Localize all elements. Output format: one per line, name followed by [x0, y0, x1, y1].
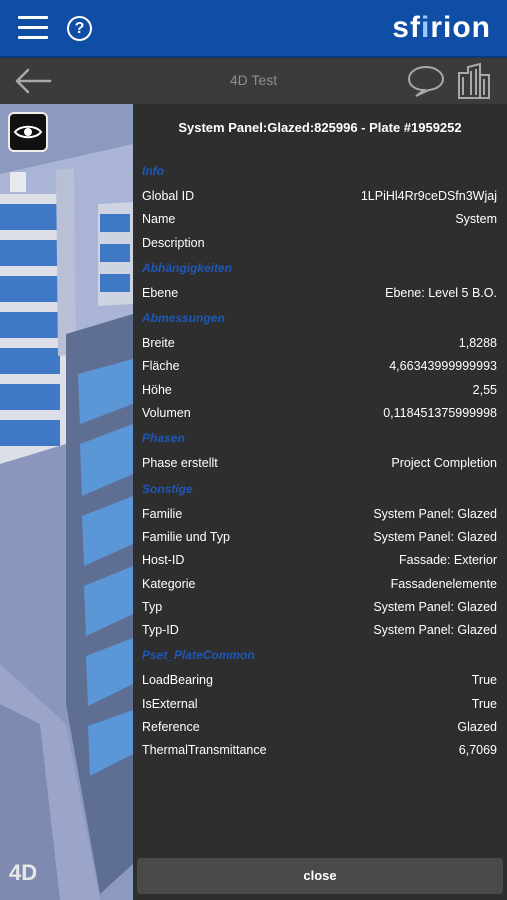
section-header: Info [142, 164, 164, 178]
property-key: ThermalTransmittance [142, 743, 267, 758]
section-header: Phasen [142, 431, 185, 446]
property-row: Höhe 2,55 [133, 379, 507, 402]
property-key: Volumen [142, 406, 191, 421]
property-value: 0,118451375999998 [383, 406, 497, 421]
eye-icon [13, 125, 43, 139]
property-key: Host-ID [142, 553, 185, 568]
property-value: Ebene: Level 5 B.O. [385, 285, 497, 300]
nav-bar: 4D Test [0, 58, 507, 104]
property-row: Reference Glazed [133, 716, 507, 739]
section-header: Sonstige [142, 481, 193, 496]
property-key: Höhe [142, 382, 172, 397]
building-icon[interactable] [456, 63, 491, 99]
property-value: 4,66343999999993 [389, 359, 497, 374]
property-value: System Panel: Glazed [373, 599, 497, 614]
property-key: Reference [142, 720, 200, 735]
property-key: Typ-ID [142, 623, 179, 638]
property-value: Fassadenelemente [390, 576, 497, 591]
property-row: ThermalTransmittance 6,7069 [133, 739, 507, 762]
property-key: Typ [142, 599, 163, 614]
section-header: Abhängigkeiten [142, 260, 233, 275]
property-value: 2,55 [472, 382, 497, 397]
property-row: Familie System Panel: Glazed [133, 503, 507, 526]
building-model-render [0, 104, 133, 900]
property-value: System Panel: Glazed [373, 506, 497, 521]
brand-logo: sfirion [392, 11, 491, 44]
property-key: Phase erstellt [142, 456, 218, 471]
property-value: Glazed [457, 720, 497, 735]
property-key: Ebene [142, 285, 179, 300]
property-value: Project Completion [391, 456, 497, 471]
property-row: Kategorie Fassadenelemente [133, 573, 507, 596]
property-key: LoadBearing [142, 673, 213, 688]
help-icon[interactable]: ? [67, 16, 92, 41]
property-key: Familie [142, 506, 183, 521]
property-row: Familie und Typ System Panel: Glazed [133, 526, 507, 549]
property-row: Volumen 0,118451375999998 [133, 402, 507, 425]
property-row: Description [133, 232, 507, 255]
panel-title: System Panel:Glazed:825996 - Plate #1959… [178, 120, 462, 135]
property-row: Phase erstellt Project Completion [133, 452, 507, 475]
property-key: Familie und Typ [142, 529, 231, 544]
property-value: 1LPiHl4Rr9ceDSfn3Wjaj [360, 189, 497, 203]
property-row: Typ-ID System Panel: Glazed [133, 619, 507, 642]
property-row: Ebene Ebene: Level 5 B.O. [133, 282, 507, 305]
4d-badge: 4D [9, 860, 38, 885]
property-row: Breite 1,8288 [133, 332, 507, 355]
property-row: Fläche 4,66343999999993 [133, 355, 507, 378]
property-key: IsExternal [142, 696, 198, 711]
3d-viewport[interactable]: 4D [0, 104, 133, 900]
property-key: Name [142, 212, 176, 227]
property-value: True [471, 696, 497, 711]
property-key: Description [142, 235, 205, 250]
property-row: Host-ID Fassade: Exterior [133, 549, 507, 572]
property-value: System [455, 212, 497, 227]
property-value: Fassade: Exterior [399, 553, 497, 568]
property-key: Breite [142, 336, 175, 351]
property-row: Global ID 1LPiHl4Rr9ceDSfn3Wjaj [133, 185, 507, 208]
app-header: ? sfirion [0, 0, 507, 58]
property-row: Typ System Panel: Glazed [133, 596, 507, 619]
property-value: True [471, 673, 497, 688]
property-value: System Panel: Glazed [373, 623, 497, 638]
property-key: Kategorie [142, 576, 196, 591]
property-row: Name System [133, 208, 507, 231]
property-value: 1,8288 [458, 336, 497, 351]
property-row: IsExternal True [133, 693, 507, 716]
property-row: LoadBearing True [133, 669, 507, 692]
property-key: Global ID [142, 189, 195, 203]
section-header: Abmessungen [142, 311, 225, 326]
menu-icon[interactable] [18, 16, 48, 40]
close-button[interactable]: close [137, 858, 503, 894]
property-value: System Panel: Glazed [373, 529, 497, 544]
property-key: Fläche [142, 359, 180, 374]
properties-list: Info Global ID 1LPiHl4Rr9ceDSfn3Wjaj Name Sy… [133, 158, 507, 763]
section-header: Pset_PlateCommon [142, 648, 255, 663]
property-value: 6,7069 [458, 743, 497, 758]
visibility-toggle-button[interactable] [8, 112, 48, 152]
properties-panel: System Panel:Glazed:825996 - Plate #1959… [133, 104, 507, 900]
comment-icon[interactable] [407, 64, 445, 98]
